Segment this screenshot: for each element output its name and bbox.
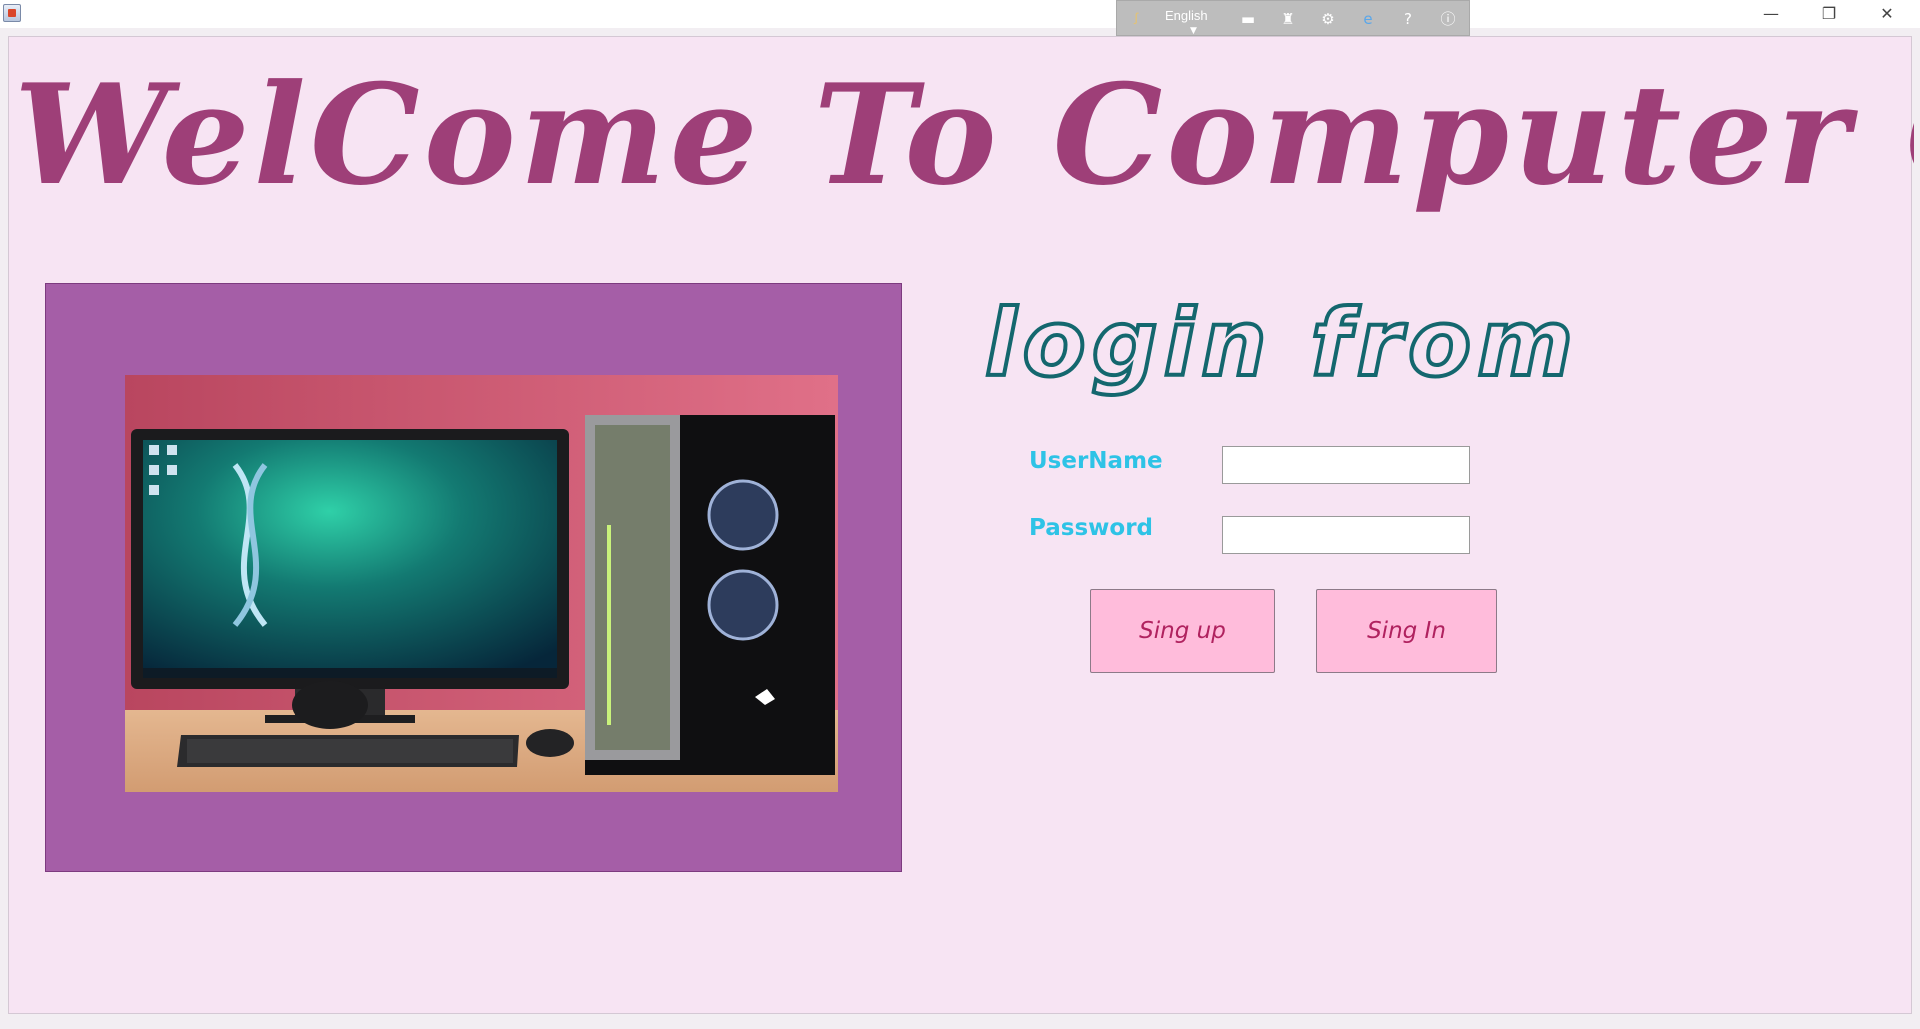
sign-in-button[interactable]: Sing In xyxy=(1316,589,1497,673)
window-title-bar: — ❐ ✕ xyxy=(0,0,1920,28)
pen-icon[interactable]: ♜ xyxy=(1277,9,1299,29)
ime-toolbar: ꭍ English ▼ ▬ ♜ ⚙ e ? ⓘ xyxy=(1116,0,1470,36)
info-icon[interactable]: ⓘ xyxy=(1437,9,1459,29)
login-form-title: login from xyxy=(983,288,1580,399)
username-label: UserName xyxy=(1029,448,1163,474)
ime-logo-icon[interactable]: ꭍ xyxy=(1125,9,1147,29)
restore-button[interactable]: ❐ xyxy=(1800,0,1858,28)
username-field[interactable] xyxy=(1222,446,1470,484)
help-icon[interactable]: ? xyxy=(1397,9,1419,29)
password-field[interactable] xyxy=(1222,516,1470,554)
chevron-down-icon[interactable]: ▼ xyxy=(1190,26,1197,36)
browser-icon[interactable]: e xyxy=(1357,9,1379,29)
computer-photo xyxy=(125,375,838,792)
computer-illustration xyxy=(125,375,838,792)
welcome-heading: WelCome To Computer Center xyxy=(14,53,1914,216)
close-button[interactable]: ✕ xyxy=(1858,0,1916,28)
ime-language-label[interactable]: English xyxy=(1165,8,1208,23)
keyboard-icon[interactable]: ▬ xyxy=(1237,9,1259,29)
password-label: Password xyxy=(1029,515,1153,541)
java-app-icon[interactable] xyxy=(3,4,21,22)
gear-icon[interactable]: ⚙ xyxy=(1317,9,1339,29)
minimize-button[interactable]: — xyxy=(1742,0,1800,28)
sign-up-button[interactable]: Sing up xyxy=(1090,589,1275,673)
